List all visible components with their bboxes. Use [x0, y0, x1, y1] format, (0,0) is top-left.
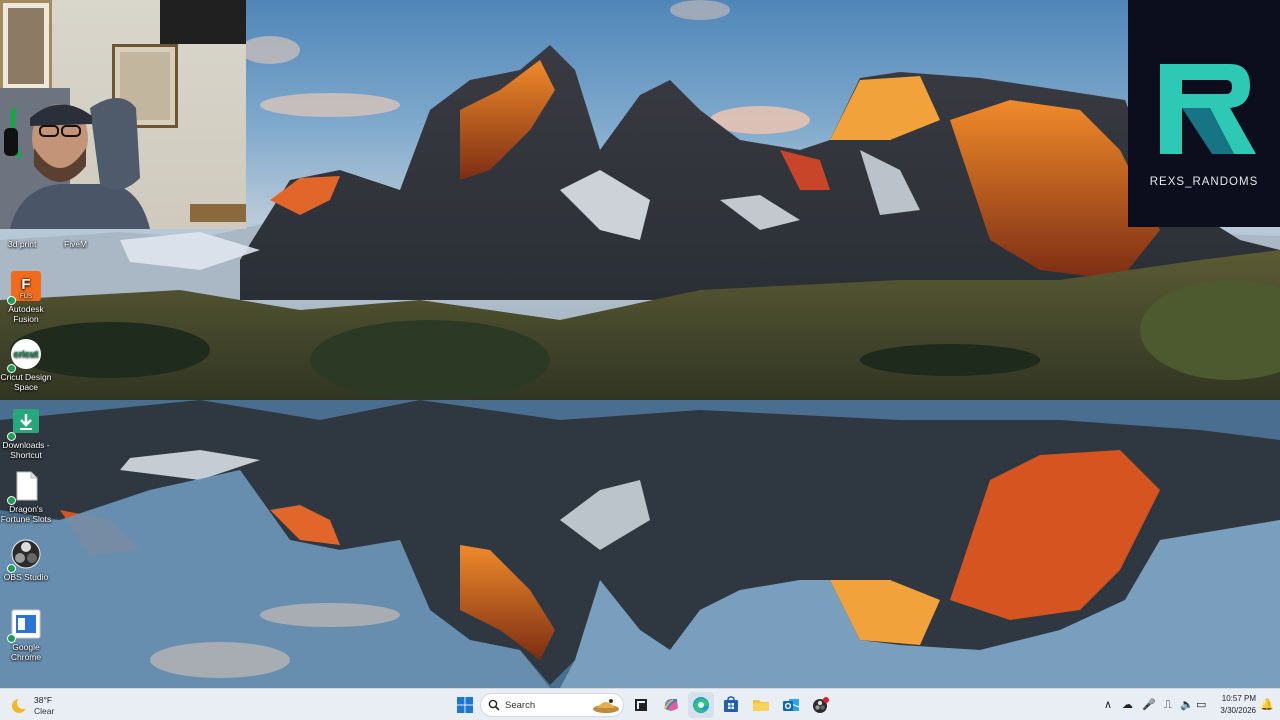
icon-label: OBS Studio: [3, 572, 49, 582]
sync-check-icon: [7, 296, 16, 305]
outlook-icon: [783, 699, 800, 711]
microsoft-store-icon: [724, 696, 738, 712]
svg-text:F: F: [21, 276, 30, 293]
desktop-icon-dragons-fortune-slots[interactable]: Dragon's Fortune Slots: [0, 471, 52, 524]
notification-bell-icon[interactable]: 🔔: [1260, 698, 1274, 711]
taskbar-search-box[interactable]: Search: [480, 693, 624, 717]
weather-temperature: 38°F: [34, 695, 53, 705]
desktop-icon-autodesk-fusion[interactable]: F FUS Autodesk Fusion: [0, 271, 52, 324]
chevron-up-icon[interactable]: ∧: [1104, 698, 1112, 711]
moon-icon: [12, 697, 29, 713]
sync-check-icon: [7, 496, 16, 505]
webcam-overlay: [0, 0, 246, 229]
sync-check-icon: [7, 364, 16, 373]
channel-logo-overlay: REXS_RANDOMS: [1128, 0, 1280, 227]
edge-browser-icon: [693, 697, 709, 713]
speaker-icon[interactable]: 🔈: [1180, 698, 1194, 711]
chrome-shortcut-icon: [7, 609, 41, 643]
desktop-icon-3d-print[interactable]: 3d print: [8, 239, 36, 249]
svg-text:FUS: FUS: [20, 294, 32, 300]
icon-label: Chrome: [10, 652, 42, 662]
battery-icon[interactable]: ▭: [1196, 698, 1206, 711]
monitor-edge: [160, 0, 246, 44]
icon-label: Shortcut: [10, 450, 42, 460]
outlook-taskbar-button[interactable]: [778, 692, 804, 718]
taskbar: 38°F Clear Search ∧ ☁ 🎤 ⎍ 🔈 ▭ 10:57 PM 3…: [0, 688, 1280, 720]
task-view-icon: [635, 699, 647, 711]
store-taskbar-button[interactable]: [718, 692, 744, 718]
cricut-icon: cricut: [7, 339, 41, 373]
desktop-icon-google-chrome[interactable]: Google Chrome: [0, 609, 52, 662]
autodesk-fusion-icon: F FUS: [7, 271, 41, 305]
microphone-icon[interactable]: 🎤: [1142, 698, 1156, 711]
wall-picture-frame: [0, 0, 52, 92]
obs-taskbar-button[interactable]: [808, 692, 834, 718]
channel-name: REXS_RANDOMS: [1149, 176, 1259, 188]
start-button[interactable]: [452, 692, 478, 718]
icon-label: Cricut Design: [0, 372, 52, 382]
search-placeholder: Search: [505, 700, 536, 711]
sync-check-icon: [7, 634, 16, 643]
streamer-person: [0, 88, 150, 229]
network-icon[interactable]: ⎍: [1164, 698, 1172, 712]
taskbar-clock-date[interactable]: 3/30/2026: [1220, 706, 1256, 715]
search-icon: [488, 699, 500, 711]
onedrive-sync-icon[interactable]: ☁: [1122, 698, 1133, 711]
icon-label: Fortune Slots: [0, 514, 52, 524]
system-tray: ∧ ☁ 🎤 ⎍ 🔈 ▭ 10:57 PM 3/30/2026 🔔: [1100, 689, 1280, 720]
desktop-icon-obs-studio[interactable]: OBS Studio: [0, 539, 52, 582]
downloads-folder-icon: [7, 407, 41, 441]
desktop-icon-downloads-shortcut[interactable]: Downloads - Shortcut: [0, 407, 52, 460]
copilot-icon: [664, 699, 678, 711]
icon-label: Downloads -: [2, 440, 50, 450]
search-highlight-icon: [593, 699, 619, 713]
file-document-icon: [7, 471, 41, 505]
obs-studio-icon: [7, 539, 41, 573]
icon-label: Fusion: [13, 314, 39, 324]
windows-icon: [457, 697, 473, 713]
rex-logo-icon: [1160, 64, 1256, 154]
sync-check-icon: [7, 564, 16, 573]
task-view-button[interactable]: [628, 692, 654, 718]
desktop-icon-fivem[interactable]: FiveM: [64, 239, 87, 249]
weather-widget[interactable]: 38°F Clear: [10, 693, 80, 717]
file-explorer-button[interactable]: [748, 692, 774, 718]
icon-label: Dragon's: [9, 504, 43, 514]
icon-label: Space: [13, 382, 39, 392]
icon-label: Autodesk: [8, 304, 44, 314]
icon-label: Google: [12, 642, 40, 652]
weather-condition: Clear: [34, 706, 55, 716]
edge-taskbar-button[interactable]: [688, 692, 714, 718]
desktop-icon-cricut-design-space[interactable]: cricut Cricut Design Space: [0, 339, 52, 392]
sync-check-icon: [7, 432, 16, 441]
taskbar-clock-time[interactable]: 10:57 PM: [1222, 694, 1256, 703]
svg-text:cricut: cricut: [14, 349, 39, 359]
copilot-button[interactable]: [658, 692, 684, 718]
folder-icon: [753, 700, 769, 711]
obs-studio-icon: [813, 697, 829, 713]
